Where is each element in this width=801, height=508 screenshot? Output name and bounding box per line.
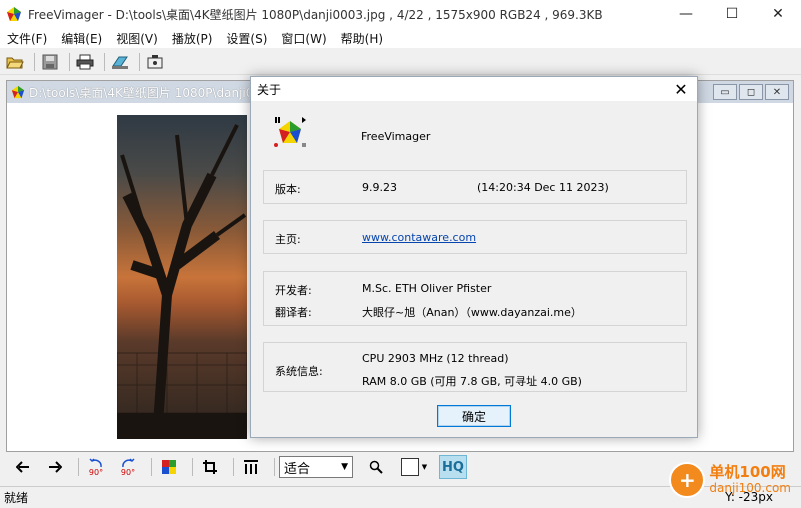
rotate-right-label: 90°: [120, 467, 136, 477]
system-info-group: 系统信息: CPU 2903 MHz (12 thread) RAM 8.0 G…: [263, 342, 687, 392]
child-title: D:\tools\桌面\4K壁纸图片 1080P\danji0003.jpg: [29, 85, 249, 100]
about-app-name: FreeVimager: [361, 130, 431, 143]
magnifier-icon[interactable]: [363, 455, 389, 479]
scan-icon[interactable]: [109, 51, 131, 73]
system-info-label: 系统信息:: [275, 365, 323, 378]
homepage-group: 主页: www.contaware.com: [263, 220, 687, 254]
toolbar-separator: [69, 52, 70, 71]
about-dialog-title: 关于: [257, 82, 282, 97]
toolbar-separator: [151, 458, 152, 476]
window-title: FreeVimager - D:\tools\桌面\4K壁纸图片 1080P\d…: [28, 7, 603, 22]
watermark-logo: +: [669, 462, 706, 498]
about-dialog-close-button[interactable]: ✕: [665, 77, 697, 101]
ok-button[interactable]: 确定: [437, 405, 511, 427]
about-dialog: 关于 ✕ FreeVimager 版本: 9.9.23 (14:20:34 De…: [250, 76, 698, 438]
save-icon[interactable]: [39, 51, 61, 73]
toolbar-separator: [34, 52, 35, 71]
watermark-line2: danji100.com: [709, 481, 791, 495]
tree-image: [117, 124, 247, 439]
maximize-button[interactable]: ☐: [709, 0, 755, 28]
toolbar-separator: [78, 458, 79, 476]
translator-label: 翻译者:: [275, 306, 312, 319]
version-group: 版本: 9.9.23 (14:20:34 Dec 11 2023): [263, 170, 687, 204]
menu-view[interactable]: 视图(V): [109, 30, 165, 47]
title-bar: FreeVimager - D:\tools\桌面\4K壁纸图片 1080P\d…: [0, 0, 801, 28]
freevimager-app-icon: [7, 7, 21, 21]
child-app-icon: [11, 85, 25, 99]
minimize-button[interactable]: —: [663, 0, 709, 28]
build-date: (14:20:34 Dec 11 2023): [477, 181, 609, 194]
image-canvas[interactable]: [117, 115, 247, 439]
previous-arrow-icon[interactable]: [10, 455, 36, 479]
toolbar-separator: [233, 458, 234, 476]
version-value: 9.9.23: [362, 181, 397, 194]
menu-bar: 文件(F) 编辑(E) 视图(V) 播放(P) 设置(S) 窗口(W) 帮助(H…: [0, 28, 801, 48]
chevron-down-icon: ▼: [341, 462, 348, 472]
site-watermark: + 单机100网 danji100.com: [669, 462, 791, 498]
print-icon[interactable]: [74, 51, 96, 73]
status-text: 就绪: [4, 491, 29, 505]
toolbar-separator: [139, 52, 140, 71]
crop-icon[interactable]: [197, 455, 223, 479]
watermark-line1: 单机100网: [709, 463, 786, 481]
next-arrow-icon[interactable]: [42, 455, 68, 479]
background-color-picker[interactable]: ▼: [395, 455, 433, 479]
rotate-right-icon[interactable]: 90°: [115, 455, 141, 479]
menu-help[interactable]: 帮助(H): [334, 30, 390, 47]
homepage-label: 主页:: [275, 233, 301, 246]
toolbar-separator: [274, 458, 275, 476]
main-toolbar: [0, 49, 801, 75]
color-swatch: [400, 458, 419, 476]
child-maximize-button[interactable]: ◻: [739, 84, 763, 100]
close-button[interactable]: ✕: [755, 0, 801, 28]
menu-file[interactable]: 文件(F): [0, 30, 54, 47]
menu-edit[interactable]: 编辑(E): [54, 30, 109, 47]
credits-group: 开发者: M.Sc. ETH Oliver Pfister 翻译者: 大眼仔~旭…: [263, 271, 687, 326]
translator-value: 大眼仔~旭（Anan）（www.dayanzai.me）: [362, 306, 582, 319]
color-adjust-icon[interactable]: [156, 455, 182, 479]
menu-play[interactable]: 播放(P): [165, 30, 220, 47]
about-dialog-title-bar: 关于 ✕: [251, 77, 697, 101]
rotate-left-icon[interactable]: 90°: [83, 455, 109, 479]
open-folder-icon[interactable]: [4, 51, 26, 73]
hq-toggle-button[interactable]: HQ: [439, 455, 467, 479]
ram-info: RAM 8.0 GB (可用 7.8 GB, 可寻址 4.0 GB): [362, 375, 582, 388]
child-close-button[interactable]: ✕: [765, 84, 789, 100]
toolbar-separator: [192, 458, 193, 476]
levels-icon[interactable]: [238, 455, 264, 479]
freevimager-logo-icon: [274, 117, 306, 147]
developer-value: M.Sc. ETH Oliver Pfister: [362, 282, 492, 295]
rotate-left-label: 90°: [88, 467, 104, 477]
chevron-down-icon: ▼: [421, 463, 428, 471]
menu-window[interactable]: 窗口(W): [274, 30, 333, 47]
zoom-select[interactable]: 适合 ▼: [279, 456, 353, 478]
version-label: 版本:: [275, 183, 301, 196]
child-minimize-button[interactable]: ▭: [713, 84, 737, 100]
toolbar-separator: [104, 52, 105, 71]
cpu-info: CPU 2903 MHz (12 thread): [362, 352, 509, 365]
developer-label: 开发者:: [275, 284, 312, 297]
capture-icon[interactable]: [144, 51, 166, 73]
menu-settings[interactable]: 设置(S): [219, 30, 274, 47]
homepage-link[interactable]: www.contaware.com: [362, 231, 476, 244]
zoom-select-value: 适合: [284, 461, 311, 477]
